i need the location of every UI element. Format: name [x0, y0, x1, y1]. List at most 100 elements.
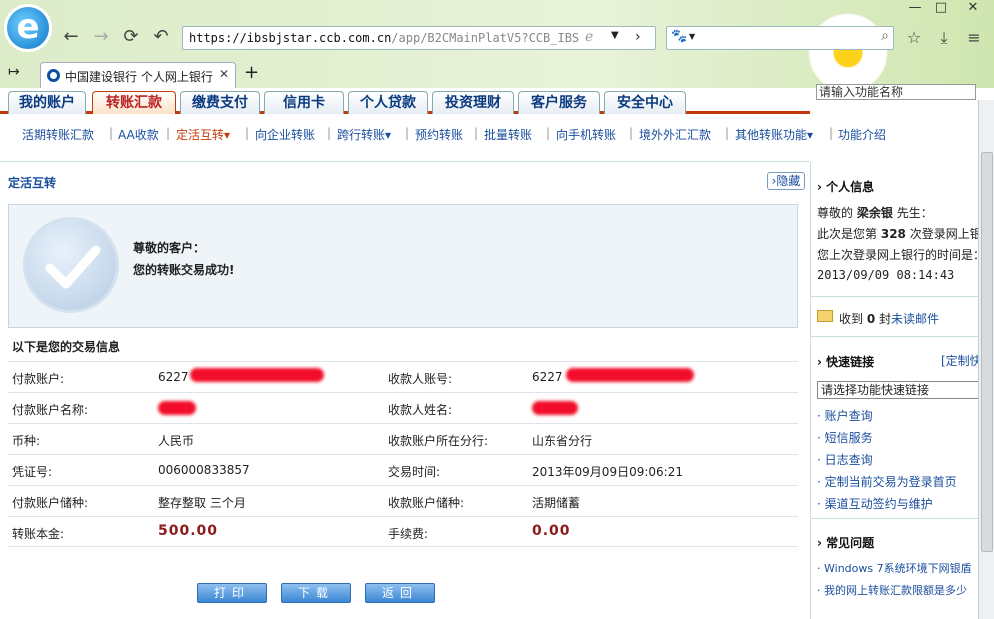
- redaction-mark: [532, 401, 578, 415]
- browser-logo-icon[interactable]: e: [4, 4, 52, 52]
- ie-mode-icon[interactable]: ℯ: [585, 29, 593, 45]
- quick-link[interactable]: · 账户查询: [817, 407, 979, 424]
- subnav-interbank[interactable]: 跨行转账▾: [337, 126, 391, 143]
- refresh-icon[interactable]: ⟳: [120, 26, 142, 48]
- scrollbar-thumb[interactable]: [981, 152, 993, 552]
- nav-tab-service[interactable]: 客户服务: [518, 91, 600, 114]
- personal-info-title: › 个人信息: [817, 180, 875, 194]
- page-title: 定活互转: [8, 176, 57, 190]
- url-path: /app/B2CMainPlatV5?CCB_IBSVe: [391, 31, 579, 45]
- hide-label: 隐藏: [776, 174, 801, 188]
- field-label: 手续费:: [388, 527, 429, 541]
- maximize-icon[interactable]: □: [928, 0, 954, 18]
- print-button[interactable]: 打印: [197, 583, 267, 603]
- redaction-mark: [158, 401, 196, 415]
- search-icon[interactable]: ⌕: [881, 28, 889, 44]
- minimize-icon[interactable]: —: [902, 0, 928, 18]
- menu-icon[interactable]: ≡: [964, 28, 984, 48]
- customize-link[interactable]: [定制快: [941, 352, 982, 369]
- tab-close-icon[interactable]: ✕: [219, 67, 229, 81]
- quick-link[interactable]: · 短信服务: [817, 429, 979, 446]
- quick-link[interactable]: · 定制当前交易为登录首页: [817, 473, 979, 490]
- subnav-scheduled[interactable]: 预约转账: [415, 126, 463, 143]
- field-label: 付款账户名称:: [12, 403, 89, 417]
- new-tab-icon[interactable]: +: [244, 62, 259, 83]
- quick-links-title: › 快速链接: [817, 355, 875, 369]
- download-icon[interactable]: ⤓: [934, 28, 954, 48]
- last-login-label: 您上次登录网上银行的时间是：: [817, 248, 979, 262]
- field-label: 交易时间:: [388, 465, 441, 479]
- browser-chrome: e ← → ⟳ ↶ https://ibsbjstar.ccb.com.cn/a…: [0, 0, 994, 88]
- hide-button[interactable]: ›隐藏: [767, 172, 805, 190]
- nav-tab-loan[interactable]: 个人贷款: [348, 91, 428, 114]
- field-value: 活期储蓄: [532, 496, 581, 510]
- nav-tab-investment[interactable]: 投资理财: [432, 91, 514, 114]
- faq-link[interactable]: · 我的网上转账汇款限额是多少: [817, 582, 979, 598]
- forward-arrow-icon[interactable]: →: [90, 26, 112, 48]
- quick-link-select[interactable]: 请选择功能快速链接: [817, 381, 979, 399]
- fee-amount: 0.00: [532, 523, 571, 539]
- tab-title: 中国建设银行 个人网上银行: [65, 70, 213, 84]
- divider: [0, 161, 810, 162]
- last-login-time: 2013/09/09 08:14:43: [817, 268, 955, 282]
- field-label: 付款账户:: [12, 372, 65, 386]
- nav-tab-payment[interactable]: 缴费支付: [180, 91, 260, 114]
- table-row: 付款账户: 6227 收款人账号: 6227: [8, 361, 798, 392]
- success-message: 您的转账交易成功!: [133, 263, 235, 277]
- subnav-intro[interactable]: 功能介绍: [838, 126, 886, 143]
- favorites-star-icon[interactable]: ☆: [904, 28, 924, 48]
- field-label: 收款人账号:: [388, 372, 453, 386]
- ccb-favicon-icon: [47, 69, 60, 82]
- back-button[interactable]: 返回: [365, 583, 435, 603]
- vertical-scrollbar[interactable]: [978, 100, 994, 619]
- field-value: 整存整取 三个月: [158, 496, 246, 510]
- field-value: 2013年09月09日09:06:21: [532, 465, 683, 479]
- dropdown-icon[interactable]: ▼: [611, 30, 619, 41]
- table-row: 币种: 人民币 收款账户所在分行: 山东省分行: [8, 423, 798, 454]
- checkmark-icon: [23, 217, 119, 313]
- undo-icon[interactable]: ↶: [150, 26, 172, 48]
- search-box[interactable]: 🐾 ▼ ⌕: [666, 26, 894, 50]
- url-host: https://ibsbjstar.ccb.com.cn: [189, 31, 392, 45]
- sidebar-toggle-icon[interactable]: ↦: [8, 64, 20, 80]
- subnav-aa-collect[interactable]: AA收款: [118, 126, 159, 143]
- quick-link[interactable]: · 渠道互动签约与维护: [817, 495, 979, 512]
- unread-mail-link[interactable]: 未读邮件: [891, 312, 939, 326]
- download-button[interactable]: 下载: [281, 583, 351, 603]
- close-window-icon[interactable]: ✕: [960, 0, 986, 18]
- redaction-mark: [566, 368, 694, 382]
- subnav-overseas[interactable]: 境外外汇汇款: [639, 126, 711, 143]
- address-bar[interactable]: https://ibsbjstar.ccb.com.cn/app/B2CMain…: [182, 26, 656, 50]
- success-panel: 尊敬的客户： 您的转账交易成功!: [8, 204, 798, 328]
- field-value: 人民币: [158, 434, 195, 448]
- field-label: 凭证号:: [12, 465, 53, 479]
- field-value: 山东省分行: [532, 434, 593, 448]
- subnav-to-enterprise[interactable]: 向企业转账: [255, 126, 315, 143]
- browser-tab[interactable]: 中国建设银行 个人网上银行 ✕: [40, 62, 236, 88]
- quick-link[interactable]: · 日志查询: [817, 451, 979, 468]
- sub-nav: 活期转账汇款 | AA收款 | 定活互转▾ | 向企业转账 | 跨行转账▾ | …: [22, 126, 887, 143]
- field-label: 收款账户所在分行:: [388, 434, 489, 448]
- field-value: 6227: [532, 370, 563, 384]
- nav-tab-transfer[interactable]: 转账汇款: [92, 91, 176, 114]
- engine-dropdown-icon[interactable]: ▼: [689, 32, 695, 41]
- table-row: 转账本金: 500.00 手续费: 0.00: [8, 516, 798, 547]
- info-header: 以下是您的交易信息: [12, 340, 121, 354]
- nav-tab-security[interactable]: 安全中心: [604, 91, 686, 114]
- function-search-input[interactable]: 请输入功能名称: [816, 84, 976, 100]
- subnav-other[interactable]: 其他转账功能▾: [735, 126, 813, 143]
- main-nav: 我的账户 转账汇款 缴费支付 信用卡 个人贷款 投资理财 客户服务 安全中心: [0, 88, 810, 114]
- back-arrow-icon[interactable]: ←: [60, 26, 82, 48]
- mail-icon: [817, 310, 833, 322]
- table-row: 付款账户名称: 收款人姓名:: [8, 392, 798, 423]
- field-label: 付款账户储种:: [12, 496, 89, 510]
- nav-tab-my-account[interactable]: 我的账户: [8, 91, 86, 114]
- faq-link[interactable]: · Windows 7系统环境下网银盾: [817, 560, 979, 576]
- go-icon[interactable]: ›: [635, 29, 641, 45]
- subnav-fixed-current[interactable]: 定活互转▾: [176, 126, 230, 143]
- subnav-to-mobile[interactable]: 向手机转账: [556, 126, 616, 143]
- nav-tab-credit-card[interactable]: 信用卡: [264, 91, 344, 114]
- subnav-batch[interactable]: 批量转账: [484, 126, 532, 143]
- subnav-current-transfer[interactable]: 活期转账汇款: [22, 126, 94, 143]
- principal-amount: 500.00: [158, 523, 219, 539]
